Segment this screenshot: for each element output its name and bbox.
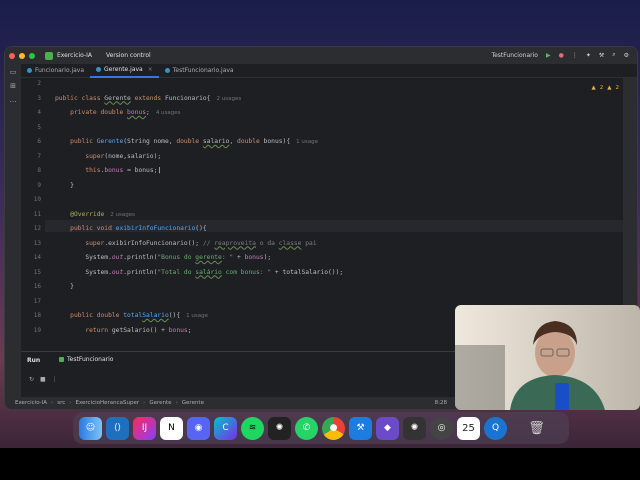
java-class-icon	[96, 67, 102, 72]
code-line: super(nome,salario);	[85, 152, 162, 160]
code-line: System.out.println("Bonus do gerente: " …	[55, 254, 272, 261]
project-selector[interactable]: Exercicio-IA	[57, 52, 92, 59]
line-number-gutter: 2 3 4 5 6 7 8 9 10 11 12 13 14 15 16 17 …	[21, 78, 45, 363]
code-line: }	[55, 283, 74, 290]
tab-funcionario[interactable]: Funcionario.java	[21, 64, 90, 78]
line-number: 8	[37, 167, 41, 174]
title-bar: Exercicio-IA Version control TestFuncion…	[5, 47, 637, 64]
code-line: this.bonus = bonus;|	[85, 167, 162, 174]
code-line: public Gerente(String nome, double salar…	[70, 138, 318, 145]
code-line: public void exibirInfoFuncionario(){	[70, 225, 207, 232]
ai-assistant-icon[interactable]: ✦	[586, 52, 591, 59]
code-line: return getSalario() + bonus;	[85, 326, 192, 334]
canva-icon[interactable]: C	[214, 416, 237, 440]
intellij-icon[interactable]: IJ	[133, 416, 156, 440]
more-tools-icon[interactable]: …	[10, 96, 17, 104]
code-line: private double bonus; 4 usages	[70, 109, 181, 116]
notion-icon[interactable]: N	[160, 416, 183, 440]
line-number: 18	[33, 312, 41, 319]
code-line: System.out.println("Total do salário com…	[55, 268, 344, 276]
line-number: 5	[37, 123, 41, 131]
calendar-icon[interactable]: 25	[457, 416, 480, 440]
minimize-window-button[interactable]	[19, 52, 25, 59]
code-line: }	[55, 181, 74, 189]
usages-hint[interactable]: 2 usages	[216, 96, 241, 102]
xcode-icon[interactable]: ⚒	[349, 416, 372, 440]
line-number: 6	[37, 138, 41, 145]
breadcrumb-item[interactable]: ExercicioHerancaSuper	[75, 400, 139, 406]
line-number: 9	[37, 181, 41, 189]
maximize-window-button[interactable]	[29, 52, 35, 59]
run-toolbar: ↻ ■ ⋮	[29, 376, 58, 383]
line-number: 16	[33, 283, 41, 290]
breadcrumb-item[interactable]: Exercicio-IA	[15, 400, 47, 406]
discord-icon[interactable]: ◉	[187, 416, 210, 440]
build-icon[interactable]: ⚒	[599, 52, 604, 59]
usages-hint[interactable]: 2 usages	[110, 212, 135, 218]
code-line: super.exibirInfoFuncionario(); // reapro…	[85, 239, 317, 247]
structure-icon[interactable]: ⊞	[10, 82, 16, 90]
project-view-icon[interactable]: ▭	[10, 68, 17, 76]
search-icon[interactable]: ⌕	[612, 51, 615, 59]
webcam-overlay	[455, 305, 640, 410]
quicktime-icon[interactable]: Q	[484, 416, 507, 440]
run-icon[interactable]: ▶	[546, 52, 551, 59]
left-tool-bar: ▭ ⊞ …	[5, 64, 21, 397]
run-config-icon	[59, 357, 64, 362]
stop-icon[interactable]: ■	[40, 376, 46, 383]
usages-hint[interactable]: 1 usage	[296, 139, 318, 145]
more-icon[interactable]: ⋮	[572, 52, 578, 59]
breadcrumb-item[interactable]: Gerente	[149, 400, 171, 406]
line-number: 11	[33, 210, 41, 218]
close-window-button[interactable]	[9, 52, 15, 59]
line-number: 13	[33, 239, 41, 247]
person-video-icon	[455, 321, 605, 410]
close-tab-icon[interactable]: ×	[148, 66, 153, 73]
project-icon	[45, 51, 53, 60]
opera-icon[interactable]: ◎	[430, 416, 453, 440]
spotify-icon[interactable]: ≋	[241, 416, 264, 440]
line-number: 10	[33, 196, 41, 203]
letterbox-bar	[0, 448, 640, 480]
run-tab-testfuncionario[interactable]: TestFuncionario	[59, 356, 113, 363]
whatsapp-icon[interactable]: ✆	[295, 416, 318, 440]
run-config-selector[interactable]: TestFuncionario	[491, 52, 537, 59]
run-panel-title: Run	[27, 357, 41, 364]
line-number: 7	[37, 152, 41, 160]
line-number: 12	[33, 225, 41, 232]
breadcrumb-item[interactable]: src	[57, 400, 65, 406]
line-number: 2	[37, 80, 41, 87]
usages-hint[interactable]: 1 usage	[186, 313, 208, 319]
line-number: 4	[37, 109, 41, 116]
line-number: 3	[37, 94, 41, 102]
trash-icon[interactable]: 🗑	[525, 417, 548, 440]
breadcrumb-item[interactable]: Gerente	[182, 400, 204, 406]
chatgpt-icon[interactable]: ✺	[268, 416, 291, 440]
settings-icon[interactable]: ⚙	[624, 52, 629, 59]
tab-gerente[interactable]: Gerente.java ×	[90, 64, 159, 78]
line-number: 14	[33, 254, 41, 261]
more-icon[interactable]: ⋮	[52, 376, 58, 383]
debug-icon[interactable]: ●	[559, 52, 564, 59]
finder-icon[interactable]: ☺	[79, 416, 102, 440]
line-number: 17	[33, 297, 41, 305]
vcs-menu[interactable]: Version control	[106, 52, 151, 59]
openai-icon[interactable]: ✺	[403, 416, 426, 440]
line-number: 19	[33, 326, 41, 334]
rerun-icon[interactable]: ↻	[29, 376, 34, 383]
code-line: public class Gerente extends Funcionario…	[55, 94, 242, 102]
java-class-icon	[27, 68, 32, 73]
code-line: @Override 2 usages	[70, 210, 136, 218]
usages-hint[interactable]: 4 usages	[156, 110, 181, 116]
code-line: public double totalSalario(){1 usage	[70, 312, 208, 319]
dock: ☺ ⟨⟩ IJ N ◉ C ≋ ✺ ✆ ● ⚒ ◆ ✺ ◎ 25 Q 🗑	[73, 412, 569, 444]
tab-testfuncionario[interactable]: TestFuncionario.java	[159, 64, 240, 78]
chrome-icon[interactable]: ●	[322, 416, 345, 440]
obsidian-icon[interactable]: ◆	[376, 416, 399, 440]
vscode-icon[interactable]: ⟨⟩	[106, 416, 129, 440]
cursor-position[interactable]: 8:28	[435, 400, 447, 406]
line-number: 15	[33, 268, 41, 276]
editor-tab-bar: Funcionario.java Gerente.java × TestFunc…	[21, 64, 637, 78]
java-class-icon	[164, 68, 170, 73]
